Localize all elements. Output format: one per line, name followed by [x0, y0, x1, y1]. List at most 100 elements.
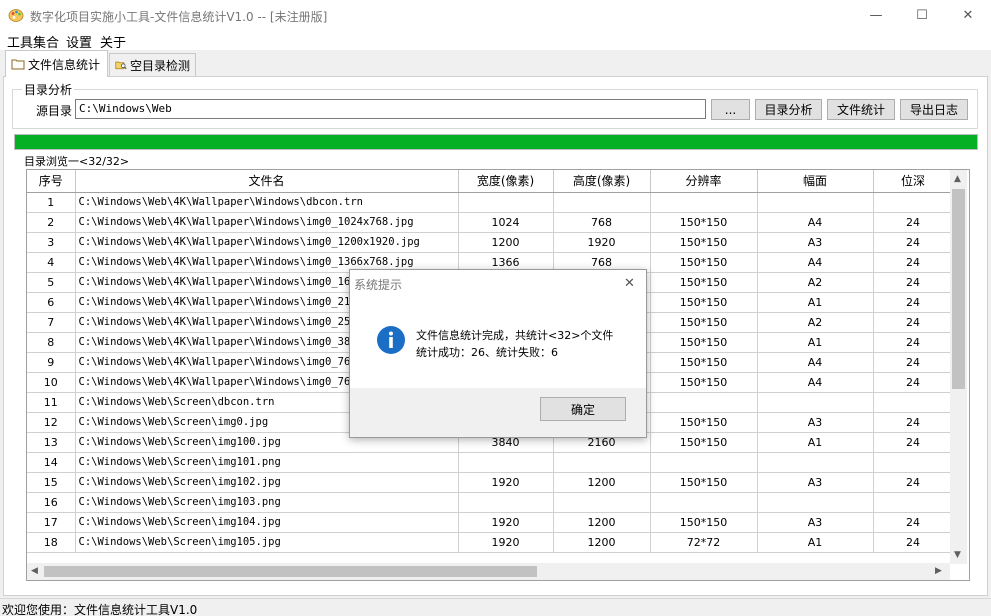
- cell-resolution: 150*150: [650, 472, 758, 493]
- table-row[interactable]: 2 C:\Windows\Web\4K\Wallpaper\Windows\img…: [27, 212, 954, 233]
- cell-paper-size: A4: [757, 212, 874, 233]
- cell-index: 14: [27, 452, 76, 473]
- horizontal-scroll-thumb[interactable]: [44, 566, 537, 577]
- cell-resolution: 150*150: [650, 512, 758, 533]
- system-message-dialog: 系统提示 ✕ 文件信息统计完成，共统计<32>个文件 统计成功：26、统计失败：…: [349, 269, 647, 438]
- cell-width: 1024: [458, 212, 554, 233]
- export-log-button[interactable]: 导出日志: [900, 99, 968, 120]
- cell-resolution: [650, 192, 758, 213]
- cell-paper-size: A2: [757, 272, 874, 293]
- table-row[interactable]: 16 C:\Windows\Web\Screen\img103.png: [27, 492, 954, 513]
- tab-file-stats-label: 文件信息统计: [28, 57, 101, 72]
- maximize-button[interactable]: ☐: [899, 0, 945, 30]
- cell-height: 1200: [553, 512, 651, 533]
- column-header-bit-depth[interactable]: 位深: [873, 170, 954, 193]
- cell-paper-size: A3: [757, 472, 874, 493]
- cell-resolution: 150*150: [650, 292, 758, 313]
- cell-resolution: 150*150: [650, 352, 758, 373]
- menu-about[interactable]: 关于: [100, 32, 126, 51]
- scroll-left-icon[interactable]: ◀: [31, 566, 38, 576]
- cell-index: 1: [27, 192, 76, 213]
- file-stats-button[interactable]: 文件统计: [827, 99, 895, 120]
- menu-settings[interactable]: 设置: [66, 32, 92, 51]
- table-row[interactable]: 18 C:\Windows\Web\Screen\img105.jpg 1920 12…: [27, 532, 954, 553]
- scroll-up-icon[interactable]: ▲: [954, 174, 961, 184]
- cell-resolution: 150*150: [650, 212, 758, 233]
- cell-filename: C:\Windows\Web\4K\Wallpaper\Windows\img0…: [75, 212, 459, 233]
- column-header-index[interactable]: 序号: [27, 170, 76, 193]
- cell-index: 17: [27, 512, 76, 533]
- progress-fill: [15, 135, 977, 149]
- cell-height: 1200: [553, 532, 651, 553]
- browse-label: 目录浏览一<32/32>: [24, 155, 130, 168]
- cell-width: 1920: [458, 512, 554, 533]
- vertical-scrollbar[interactable]: ▲ ▼: [950, 170, 967, 564]
- dir-analysis-button[interactable]: 目录分析: [755, 99, 822, 120]
- menu-tools[interactable]: 工具集合: [7, 32, 59, 51]
- cell-resolution: [650, 392, 758, 413]
- cell-filename: C:\Windows\Web\Screen\img101.png: [75, 452, 459, 473]
- cell-filename: C:\Windows\Web\4K\Wallpaper\Windows\dbco…: [75, 192, 459, 213]
- cell-width: 1920: [458, 472, 554, 493]
- scroll-down-icon[interactable]: ▼: [954, 550, 961, 560]
- table-row[interactable]: 15 C:\Windows\Web\Screen\img102.jpg 1920 12…: [27, 472, 954, 493]
- cell-filename: C:\Windows\Web\Screen\img104.jpg: [75, 512, 459, 533]
- cell-width: [458, 452, 554, 473]
- table-row[interactable]: 1 C:\Windows\Web\4K\Wallpaper\Windows\dbc…: [27, 192, 954, 213]
- cell-paper-size: A3: [757, 412, 874, 433]
- cell-index: 18: [27, 532, 76, 553]
- cell-filename: C:\Windows\Web\Screen\img102.jpg: [75, 472, 459, 493]
- cell-resolution: 150*150: [650, 432, 758, 453]
- dialog-message-line2: 统计成功：26、统计失败：6: [416, 346, 558, 359]
- cell-paper-size: A1: [757, 292, 874, 313]
- table-header: 序号 文件名 宽度(像素) 高度(像素) 分辨率 幅面 位深: [27, 170, 954, 193]
- cell-filename: C:\Windows\Web\Screen\img103.png: [75, 492, 459, 513]
- cell-index: 9: [27, 352, 76, 373]
- column-header-resolution[interactable]: 分辨率: [650, 170, 758, 193]
- dialog-close-icon[interactable]: ✕: [624, 276, 635, 291]
- cell-bit-depth: 24: [873, 332, 954, 353]
- cell-bit-depth: 24: [873, 352, 954, 373]
- table-row[interactable]: 3 C:\Windows\Web\4K\Wallpaper\Windows\img…: [27, 232, 954, 253]
- source-dir-input[interactable]: C:\Windows\Web: [75, 99, 706, 119]
- table-row[interactable]: 17 C:\Windows\Web\Screen\img104.jpg 1920 12…: [27, 512, 954, 533]
- close-button[interactable]: ✕: [945, 0, 991, 30]
- column-header-filename[interactable]: 文件名: [75, 170, 459, 193]
- cell-height: [553, 492, 651, 513]
- vertical-scroll-thumb[interactable]: [952, 189, 965, 389]
- column-header-width[interactable]: 宽度(像素): [458, 170, 554, 193]
- cell-bit-depth: [873, 492, 954, 513]
- browse-button[interactable]: ...: [711, 99, 750, 120]
- cell-index: 13: [27, 432, 76, 453]
- cell-bit-depth: 24: [873, 212, 954, 233]
- cell-resolution: [650, 452, 758, 473]
- horizontal-scrollbar[interactable]: ◀ ▶: [27, 563, 950, 580]
- tab-strip: 文件信息统计 空目录检测: [0, 50, 991, 77]
- status-bar: 欢迎您使用：文件信息统计工具V1.0: [0, 598, 991, 616]
- window-title: 数字化项目实施小工具-文件信息统计V1.0 -- [未注册版]: [30, 10, 328, 24]
- cell-filename: C:\Windows\Web\4K\Wallpaper\Windows\img0…: [75, 232, 459, 253]
- cell-paper-size: A2: [757, 312, 874, 333]
- cell-paper-size: A1: [757, 532, 874, 553]
- maximize-icon: ☐: [916, 7, 928, 23]
- cell-height: 768: [553, 212, 651, 233]
- scroll-right-icon[interactable]: ▶: [935, 566, 942, 576]
- tab-empty-dir[interactable]: 空目录检测: [109, 53, 196, 76]
- cell-resolution: 150*150: [650, 252, 758, 273]
- analysis-group-title: 目录分析: [22, 81, 75, 98]
- minimize-button[interactable]: —: [853, 0, 899, 30]
- column-header-height[interactable]: 高度(像素): [553, 170, 651, 193]
- column-header-paper-size[interactable]: 幅面: [757, 170, 874, 193]
- cell-resolution: 150*150: [650, 312, 758, 333]
- cell-height: [553, 192, 651, 213]
- cell-paper-size: A3: [757, 232, 874, 253]
- dialog-title: 系统提示: [354, 278, 403, 292]
- cell-bit-depth: 24: [873, 372, 954, 393]
- cell-paper-size: A3: [757, 512, 874, 533]
- tab-file-stats[interactable]: 文件信息统计: [5, 50, 108, 77]
- cell-bit-depth: 24: [873, 272, 954, 293]
- table-row[interactable]: 14 C:\Windows\Web\Screen\img101.png: [27, 452, 954, 473]
- dialog-ok-button[interactable]: 确定: [540, 397, 626, 421]
- close-icon: ✕: [962, 7, 974, 23]
- cell-bit-depth: 24: [873, 472, 954, 493]
